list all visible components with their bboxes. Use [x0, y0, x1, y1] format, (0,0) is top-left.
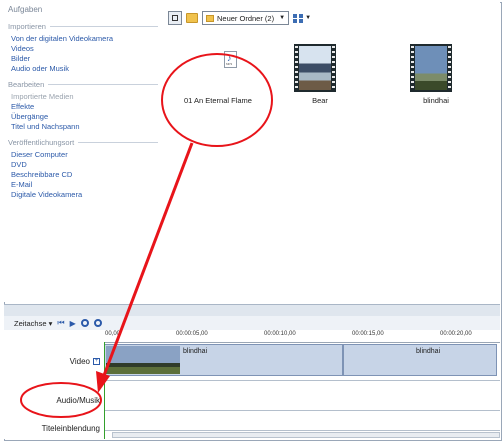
link-email[interactable]: E-Mail [11, 180, 32, 189]
link-transitions[interactable]: Übergänge [11, 112, 48, 121]
mp3-badge: MP3 [226, 62, 233, 66]
link-import-videos[interactable]: Videos [11, 44, 34, 53]
media-item-label: Bear [312, 96, 328, 105]
show-panel-button[interactable] [168, 11, 182, 25]
link-import-camera[interactable]: Von der digitalen Videokamera [11, 34, 113, 43]
section-publish-title: Veröffentlichungsort [8, 138, 158, 147]
link-import-pictures[interactable]: Bilder [11, 54, 30, 63]
playhead[interactable] [104, 342, 105, 439]
clip-name: blindhai [183, 348, 208, 355]
timeline-clip[interactable]: blindhai [104, 344, 343, 376]
thumbnail-image [415, 46, 447, 90]
ruler-tick: 00:00:15,00 [352, 331, 384, 337]
video-thumbnail [294, 44, 336, 92]
folder-dropdown[interactable]: Neuer Ordner (2) ▼ [202, 11, 290, 25]
mp3-file-icon: ♪ MP3 [224, 51, 237, 68]
expand-icon[interactable]: + [93, 358, 100, 365]
collection-content: Neuer Ordner (2) ▼ ▼ ♪ MP3 01 An Eternal… [164, 2, 500, 302]
timeline-scrollbar[interactable] [112, 432, 500, 438]
link-titles-credits[interactable]: Titel und Nachspann [11, 122, 80, 131]
section-import-title: Importieren [8, 22, 158, 31]
view-options-button[interactable]: ▼ [293, 13, 312, 23]
video-track[interactable]: blindhai blindhai [104, 342, 500, 381]
ruler-tick: 00:00:10,00 [264, 331, 296, 337]
thumbnail-view-icon [293, 13, 304, 23]
track-label-title: Titeleinblendung [41, 424, 100, 433]
up-folder-icon[interactable] [186, 13, 198, 23]
rewind-icon[interactable]: ⏮ [57, 318, 64, 328]
tasks-panel: Aufgaben Importieren Von der digitalen V… [4, 2, 164, 302]
zoom-in-icon[interactable] [80, 319, 89, 327]
media-item-label: blindhai [423, 96, 449, 105]
link-recordable-cd[interactable]: Beschreibbare CD [11, 170, 72, 179]
clip-name: blindhai [416, 348, 441, 355]
tasks-heading: Aufgaben [8, 5, 43, 14]
content-toolbar: Neuer Ordner (2) ▼ ▼ [168, 10, 311, 26]
timeline-panel: Zeitachse ▾ ⏮ ▶ 00,00 00:00:05,00 00:00:… [4, 316, 500, 439]
link-effects[interactable]: Effekte [11, 102, 34, 111]
video-thumbnail [410, 44, 452, 92]
link-import-audio[interactable]: Audio oder Musik [11, 64, 69, 73]
audio-track[interactable] [104, 380, 500, 411]
title-track[interactable] [104, 410, 500, 431]
timeline-mode-dropdown[interactable]: Zeitachse ▾ [14, 319, 52, 328]
film-holes [448, 46, 451, 90]
film-holes [295, 46, 298, 90]
track-label-video: Video + [69, 357, 100, 366]
ruler-tick: 00:00:05,00 [176, 331, 208, 337]
track-labels: Video + Audio/Musik Titeleinblendung [4, 342, 104, 439]
zoom-out-icon[interactable] [93, 319, 102, 327]
folder-dropdown-value: Neuer Ordner (2) [217, 13, 275, 23]
chevron-down-icon: ▼ [279, 15, 286, 21]
link-this-computer[interactable]: Dieser Computer [11, 150, 68, 159]
link-imported-media: Importierte Medien [11, 92, 74, 101]
folder-icon [206, 14, 214, 22]
film-holes [411, 46, 414, 90]
track-label-audio: Audio/Musik [56, 396, 100, 405]
link-dvd[interactable]: DVD [11, 160, 27, 169]
thumbnail-image [299, 46, 331, 90]
ruler-tick: 00:00:20,00 [440, 331, 472, 337]
timeline-toolbar: Zeitachse ▾ ⏮ ▶ [4, 316, 500, 330]
panel-icon [172, 15, 178, 21]
clip-thumbnail [106, 346, 180, 374]
link-digital-camera[interactable]: Digitale Videokamera [11, 190, 82, 199]
section-edit-title: Bearbeiten [8, 80, 158, 89]
film-holes [332, 46, 335, 90]
chevron-down-icon: ▼ [305, 15, 312, 21]
media-item-label: 01 An Eternal Flame [184, 96, 252, 105]
ruler-tick: 00,00 [105, 331, 121, 337]
play-icon[interactable]: ▶ [70, 319, 76, 328]
chevron-down-icon: ▾ [48, 318, 53, 328]
timeline-clip[interactable]: blindhai [343, 344, 497, 376]
